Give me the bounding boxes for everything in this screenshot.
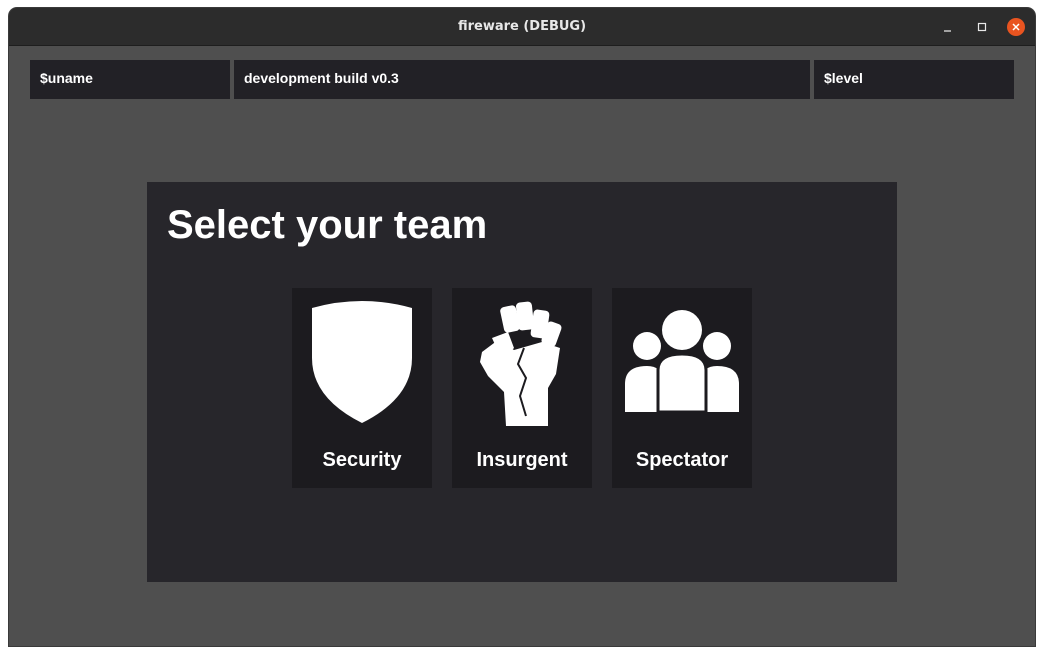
maximize-button[interactable] <box>972 17 992 37</box>
close-icon <box>1012 23 1020 31</box>
team-card-spectator[interactable]: Spectator <box>612 288 752 488</box>
close-button[interactable] <box>1006 17 1026 37</box>
build-info: development build v0.3 <box>234 60 810 99</box>
team-label: Insurgent <box>476 449 568 471</box>
team-card-security[interactable]: Security <box>292 288 432 488</box>
minimize-button[interactable] <box>938 17 958 37</box>
username-field: $uname <box>30 60 230 99</box>
maximize-icon <box>977 22 987 32</box>
level-field: $level <box>814 60 1014 99</box>
team-card-insurgent[interactable]: Insurgent <box>452 288 592 488</box>
raised-fist-icon <box>480 301 562 426</box>
team-label: Spectator <box>635 449 729 471</box>
app-window: fireware (DEBUG) $uname development buil… <box>9 8 1035 646</box>
title-bar[interactable]: fireware (DEBUG) <box>9 8 1035 46</box>
window-title: fireware (DEBUG) <box>457 19 587 34</box>
team-label: Security <box>322 449 402 471</box>
shield-icon <box>312 301 412 423</box>
minimize-icon <box>944 30 951 32</box>
page-title: Select your team <box>167 203 488 247</box>
group-icon <box>625 310 739 414</box>
team-select-panel: Select your team Security Insurgent Spec… <box>147 182 897 582</box>
